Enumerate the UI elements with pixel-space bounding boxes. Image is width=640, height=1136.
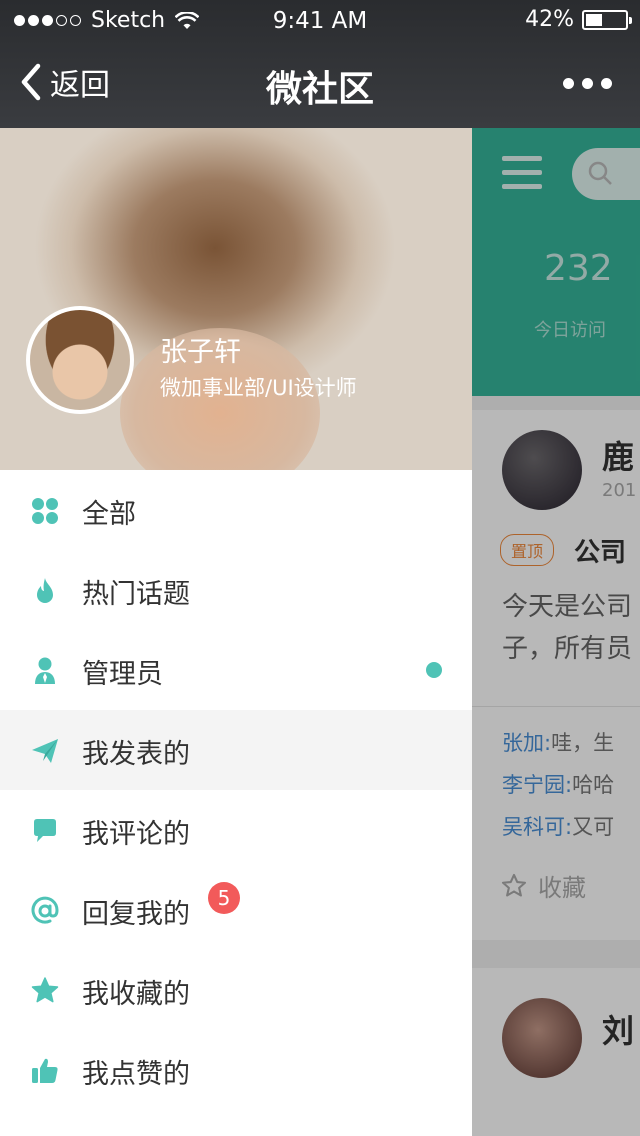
menu-item-hot-topics[interactable]: 热门话题 — [0, 550, 472, 630]
menu-item-label: 热门话题 — [82, 579, 190, 610]
menu-item-admin[interactable]: 管理员 — [0, 630, 472, 710]
menu-item-label: 管理员 — [82, 659, 163, 690]
menu-item-label: 我评论的 — [82, 819, 190, 850]
battery-percent: 42% — [525, 7, 574, 32]
more-button[interactable] — [563, 78, 612, 89]
admin-icon — [35, 657, 55, 684]
more-dots-icon — [563, 78, 574, 89]
menu-item-label: 回复我的 — [82, 899, 190, 930]
grid-icon — [32, 498, 58, 524]
profile-header: 张子轩 微加事业部/UI设计师 — [0, 128, 472, 470]
page-title: 微社区 — [265, 69, 374, 110]
battery-area: 42% — [525, 7, 632, 32]
profile-department: 微加事业部/UI设计师 — [160, 376, 357, 400]
comment-icon — [34, 819, 56, 842]
menu-item-my-favorites[interactable]: 我收藏的 — [0, 950, 472, 1030]
flame-icon — [37, 578, 53, 603]
new-indicator-dot — [426, 662, 442, 678]
nav-bar: 返回 微社区 — [0, 40, 640, 128]
avatar[interactable] — [26, 306, 134, 414]
profile-name: 张子轩 — [160, 337, 241, 368]
paper-plane-icon — [32, 739, 58, 763]
side-drawer: 张子轩 微加事业部/UI设计师 全部 热门话题 管理员 我发表的 我评论的 回复… — [0, 128, 472, 1136]
menu-item-label: 我发表的 — [82, 739, 190, 770]
dim-overlay[interactable] — [472, 128, 640, 1136]
star-icon — [31, 977, 59, 1003]
menu-item-all[interactable]: 全部 — [0, 470, 472, 550]
menu-item-my-comments[interactable]: 我评论的 — [0, 790, 472, 870]
at-icon — [31, 896, 59, 924]
battery-icon — [582, 9, 632, 30]
menu-item-my-posts[interactable]: 我发表的 — [0, 710, 472, 790]
menu-item-label: 我点赞的 — [82, 1059, 190, 1090]
drawer-menu: 全部 热门话题 管理员 我发表的 我评论的 回复我的 5 我收藏的 我点赞的 — [0, 470, 472, 1110]
menu-item-label: 全部 — [82, 499, 136, 530]
status-bar: Sketch 9:41 AM 42% — [0, 0, 640, 40]
top-bar: Sketch 9:41 AM 42% 返回 微社区 — [0, 0, 640, 128]
thumbs-up-icon — [32, 1058, 58, 1083]
unread-badge: 5 — [208, 882, 240, 914]
menu-item-replies-to-me[interactable]: 回复我的 5 — [0, 870, 472, 950]
menu-item-label: 我收藏的 — [82, 979, 190, 1010]
menu-item-my-likes[interactable]: 我点赞的 — [0, 1030, 472, 1110]
